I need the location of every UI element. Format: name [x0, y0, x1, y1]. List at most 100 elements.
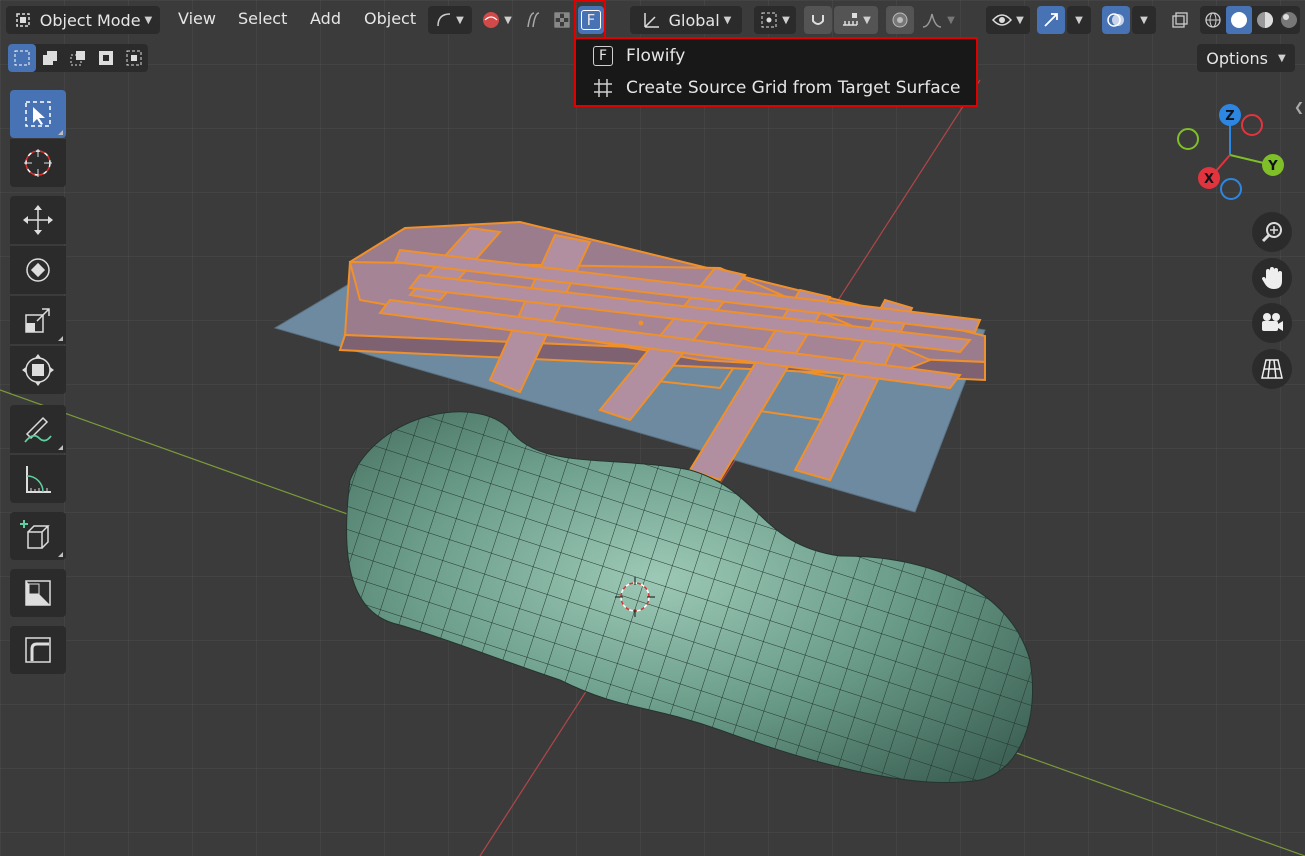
mode-selector[interactable]: Object Mode ▼: [6, 6, 160, 34]
select-box-tool[interactable]: [10, 90, 66, 138]
rotate-tool[interactable]: [10, 246, 66, 294]
grid-icon: [590, 77, 616, 99]
snap-target-dropdown[interactable]: ▼: [834, 6, 878, 34]
3d-cursor-icon: [21, 146, 55, 180]
tool-more-indicator: [58, 552, 63, 557]
options-dropdown[interactable]: Options ▼: [1197, 44, 1295, 72]
gizmo-x-label: X: [1204, 172, 1214, 187]
gizmo-toggle[interactable]: [1037, 6, 1065, 34]
select-new-icon: [13, 49, 31, 67]
checker-addon-button[interactable]: [550, 6, 574, 34]
menu-object[interactable]: Object: [364, 9, 416, 28]
scene-canvas[interactable]: Z Y X: [0, 0, 1305, 856]
menu-item-flowify[interactable]: F Flowify: [590, 42, 685, 70]
proportional-edit-icon: [891, 11, 909, 29]
bevel-tool[interactable]: [10, 626, 66, 674]
xray-icon: [1171, 11, 1189, 29]
falloff-curve-icon: [921, 11, 943, 29]
curve-tool-button[interactable]: ▼: [428, 6, 472, 34]
curves-icon: [525, 11, 543, 29]
rendered-shading-icon[interactable]: [1278, 6, 1300, 34]
menu-select[interactable]: Select: [238, 9, 287, 28]
sphere-icon: [482, 11, 500, 29]
magnet-icon: [809, 11, 827, 29]
selection-mode-group: [8, 44, 148, 72]
falloff-dropdown[interactable]: ▼: [918, 6, 958, 34]
transform-orientation-dropdown[interactable]: Global ▼: [630, 6, 742, 34]
sphere-addon-button[interactable]: ▼: [476, 6, 518, 34]
add-cube-tool[interactable]: [10, 512, 66, 560]
bevel-icon: [23, 635, 53, 665]
camera-view-button[interactable]: [1252, 303, 1292, 343]
tool-more-indicator: [58, 445, 63, 450]
select-extend-button[interactable]: [36, 44, 64, 72]
navigation-gizmo[interactable]: Z Y X: [1177, 104, 1284, 200]
curves-addon-button[interactable]: [522, 6, 546, 34]
select-invert-icon: [97, 49, 115, 67]
eye-icon: [992, 12, 1013, 28]
select-subtract-icon: [69, 49, 87, 67]
rotate-icon: [21, 253, 55, 287]
move-tool[interactable]: [10, 196, 66, 244]
cursor-tool[interactable]: [10, 139, 66, 187]
material-shading-icon[interactable]: [1252, 6, 1278, 34]
add-cube-icon: [20, 518, 56, 554]
menu-view[interactable]: View: [178, 9, 216, 28]
chevron-down-icon: ▼: [723, 14, 732, 26]
visibility-dropdown[interactable]: ▼: [986, 6, 1030, 34]
perspective-toggle-button[interactable]: [1252, 349, 1292, 389]
hand-icon: [1260, 265, 1284, 291]
checker-icon: [554, 12, 570, 28]
3d-viewport[interactable]: Z Y X: [0, 0, 1305, 856]
cursor-select-icon: [23, 99, 53, 129]
menu-add[interactable]: Add: [310, 9, 341, 28]
select-intersect-icon: [125, 49, 143, 67]
chevron-down-icon: ▼: [1016, 14, 1024, 26]
pivot-point-dropdown[interactable]: ▼: [754, 6, 796, 34]
chevron-down-icon: ▼: [456, 14, 464, 26]
flowify-dropdown-menu: F Flowify Create Source Grid from Target…: [574, 37, 978, 107]
sidebar-toggle-arrow[interactable]: ❮: [1294, 100, 1304, 114]
mode-label: Object Mode: [39, 10, 141, 30]
chevron-down-icon: ▼: [1278, 52, 1286, 64]
chevron-down-icon: ▼: [782, 14, 790, 26]
move-icon: [21, 203, 55, 237]
annotate-tool[interactable]: [10, 405, 66, 453]
transform-icon: [21, 353, 55, 387]
pivot-icon: [760, 11, 778, 29]
xray-toggle[interactable]: [1166, 6, 1194, 34]
flowify-f-icon: F: [590, 45, 616, 67]
shrink-tool[interactable]: [10, 569, 66, 617]
overlays-toggle[interactable]: [1102, 6, 1130, 34]
tool-more-indicator: [58, 336, 63, 341]
flowify-icon-letter: F: [593, 46, 613, 66]
shading-modes: [1200, 6, 1300, 34]
chevron-down-icon: ▼: [1140, 14, 1148, 26]
wireframe-shading-icon[interactable]: [1200, 6, 1226, 34]
tool-more-indicator: [58, 130, 63, 135]
orientation-label: Global: [668, 10, 720, 30]
scale-tool[interactable]: [10, 296, 66, 344]
select-invert-button[interactable]: [92, 44, 120, 72]
snap-toggle[interactable]: [804, 6, 832, 34]
transform-tool[interactable]: [10, 346, 66, 394]
proportional-edit-toggle[interactable]: [886, 6, 914, 34]
gizmo-options-dropdown[interactable]: ▼: [1067, 6, 1091, 34]
select-subtract-button[interactable]: [64, 44, 92, 72]
gizmo-z-label: Z: [1225, 109, 1234, 124]
pan-button[interactable]: [1252, 258, 1292, 298]
select-intersect-button[interactable]: [120, 44, 148, 72]
overlays-dropdown[interactable]: ▼: [1132, 6, 1156, 34]
solid-shading-icon[interactable]: [1226, 6, 1252, 34]
chevron-down-icon: ▼: [504, 14, 512, 26]
object-mode-icon: [14, 11, 32, 29]
measure-tool[interactable]: [10, 455, 66, 503]
menu-item-create-source-grid[interactable]: Create Source Grid from Target Surface: [590, 74, 961, 102]
chevron-down-icon: ▼: [144, 14, 153, 26]
camera-icon: [1259, 311, 1285, 335]
origin-point: [638, 320, 644, 326]
grid-perspective-icon: [1260, 358, 1284, 380]
select-new-button[interactable]: [8, 44, 36, 72]
zoom-button[interactable]: [1252, 212, 1292, 252]
options-label: Options: [1206, 48, 1269, 68]
